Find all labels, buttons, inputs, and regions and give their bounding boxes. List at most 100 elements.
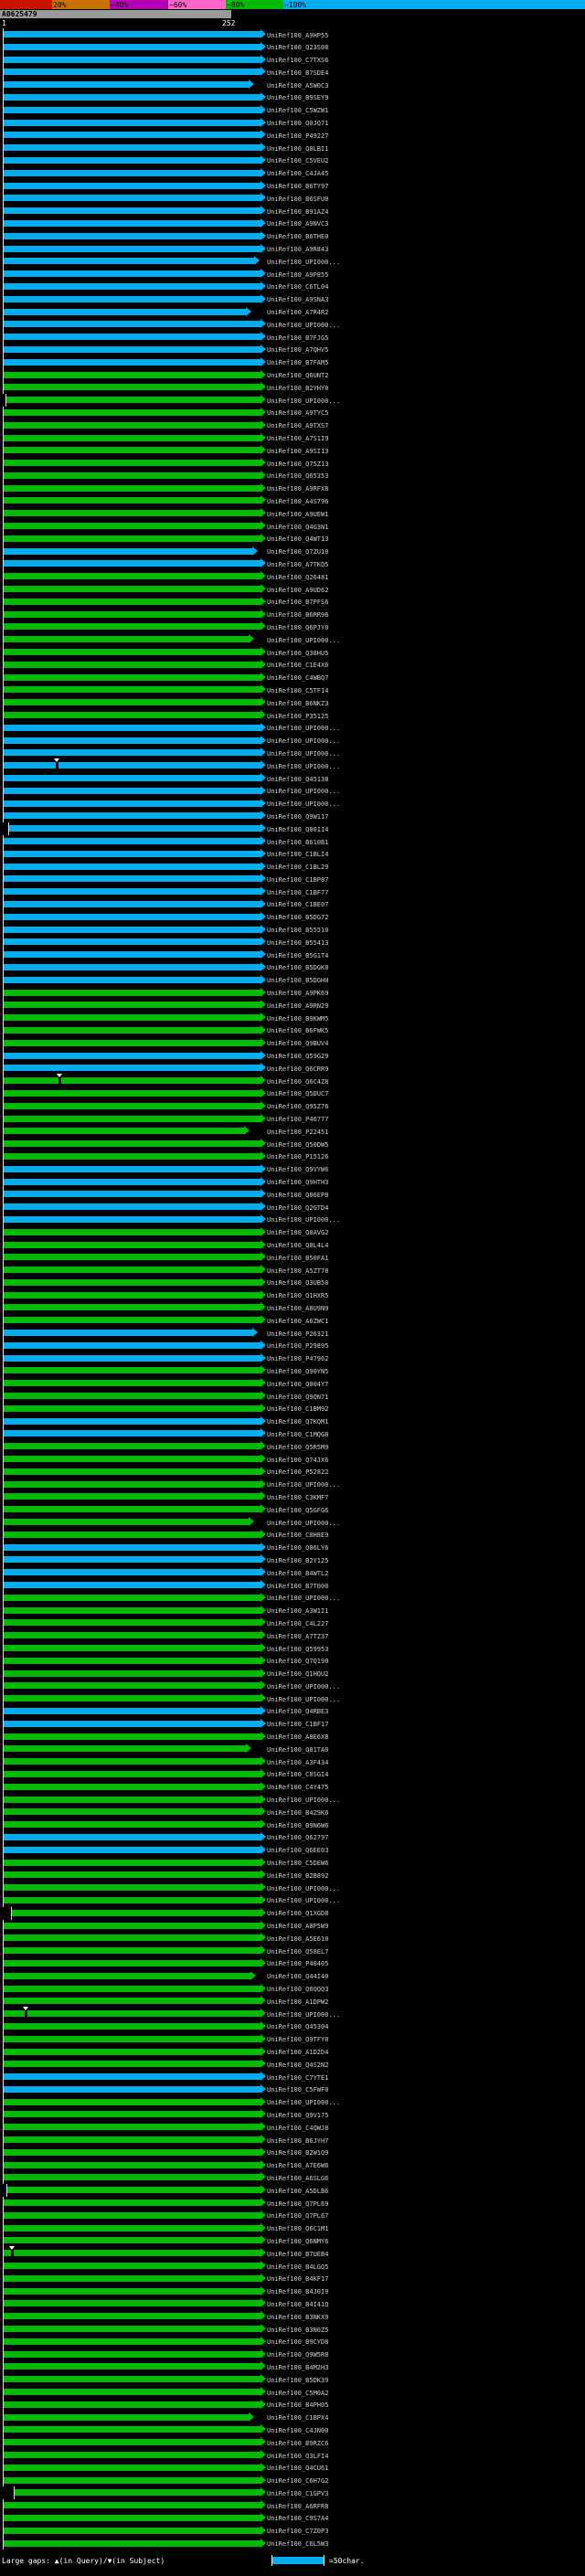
hit-bar[interactable] — [4, 2326, 261, 2333]
hit-label[interactable]: UniRef100_Q8LBI1 — [267, 145, 328, 153]
hit-label[interactable]: UniRef100_UPI000... — [267, 1885, 340, 1892]
hit-label[interactable]: UniRef100_Q26481 — [267, 574, 328, 581]
hit-label[interactable]: UniRef100_UPI000... — [267, 1216, 340, 1224]
hit-bar[interactable] — [4, 1707, 261, 1714]
hit-bar[interactable] — [4, 1720, 261, 1727]
hit-label[interactable]: UniRef100_A6ZWC1 — [267, 1318, 328, 1325]
hit-bar[interactable] — [4, 938, 261, 946]
hit-bar[interactable] — [4, 850, 261, 857]
hit-label[interactable]: UniRef100_C3KMF7 — [267, 1494, 328, 1501]
hit-bar[interactable] — [4, 1417, 261, 1425]
hit-bar[interactable] — [4, 2287, 261, 2295]
hit-label[interactable]: UniRef100_B4KF17 — [267, 2275, 328, 2283]
hit-label[interactable]: UniRef100_C1BL29 — [267, 864, 328, 871]
hit-label[interactable]: UniRef100_P47962 — [267, 1355, 328, 1362]
hit-label[interactable]: UniRef100_C4Y475 — [267, 1784, 328, 1791]
hit-bar[interactable] — [4, 1065, 261, 1072]
hit-bar[interactable] — [4, 371, 261, 378]
hit-bar[interactable] — [4, 69, 261, 76]
hit-label[interactable]: UniRef100_Q38HU5 — [267, 650, 328, 657]
hit-bar[interactable] — [4, 2502, 261, 2509]
hit-bar[interactable] — [4, 1026, 261, 1034]
hit-bar[interactable] — [4, 2350, 261, 2358]
hit-label[interactable]: UniRef100_UPI000... — [267, 637, 340, 644]
hit-bar[interactable] — [4, 1002, 261, 1009]
hit-label[interactable]: UniRef100_Q9W5R8 — [267, 2351, 328, 2359]
hit-label[interactable]: UniRef100_Q6C1M1 — [267, 2225, 328, 2232]
hit-label[interactable]: UniRef100_A1D2D4 — [267, 2049, 328, 2056]
hit-label[interactable]: UniRef100_B4LGQ5 — [267, 2263, 328, 2271]
hit-bar[interactable] — [4, 282, 261, 290]
hit-label[interactable]: UniRef100_Q6CRR9 — [267, 1065, 328, 1073]
hit-bar[interactable] — [4, 1089, 261, 1097]
hit-bar[interactable] — [4, 1896, 261, 1903]
hit-bar[interactable] — [4, 384, 261, 391]
hit-label[interactable]: UniRef100_Q45304 — [267, 2023, 328, 2030]
hit-bar[interactable] — [4, 1645, 261, 1651]
hit-label[interactable]: UniRef100_A9UD62 — [267, 587, 328, 594]
hit-bar[interactable] — [4, 1985, 261, 1992]
hit-label[interactable]: UniRef100_A9P855 — [267, 271, 328, 279]
hit-bar[interactable] — [4, 1632, 261, 1639]
hit-label[interactable]: UniRef100_C1BF17 — [267, 1721, 328, 1728]
hit-bar[interactable] — [4, 93, 261, 101]
hit-bar[interactable] — [4, 1695, 261, 1702]
hit-bar[interactable] — [4, 989, 261, 996]
hit-label[interactable]: UniRef100_A9R843 — [267, 246, 328, 253]
hit-label[interactable]: UniRef100_B4PH05 — [267, 2401, 328, 2409]
hit-bar[interactable] — [4, 2111, 261, 2118]
hit-bar[interactable] — [4, 421, 261, 429]
hit-bar[interactable] — [4, 1304, 261, 1311]
hit-bar[interactable] — [4, 510, 261, 517]
hit-label[interactable]: UniRef100_C5M0A2 — [267, 2390, 328, 2397]
hit-bar[interactable] — [4, 1582, 261, 1589]
hit-bar[interactable] — [4, 81, 249, 89]
hit-bar[interactable] — [4, 2048, 261, 2055]
hit-label[interactable]: UniRef100_B6RR96 — [267, 611, 328, 619]
hit-label[interactable]: UniRef100_Q95Z76 — [267, 1103, 328, 1110]
hit-bar[interactable] — [4, 169, 261, 176]
hit-bar[interactable] — [4, 2073, 261, 2081]
hit-label[interactable]: UniRef100_UPI000... — [267, 1696, 340, 1703]
hit-bar[interactable] — [4, 535, 261, 542]
hit-label[interactable]: UniRef100_B5DK39 — [267, 2377, 328, 2384]
hit-label[interactable]: UniRef100_B3NKX9 — [267, 2314, 328, 2321]
hit-label[interactable]: UniRef100_Q59G29 — [267, 1053, 328, 1060]
hit-bar[interactable] — [4, 144, 261, 152]
hit-label[interactable]: UniRef100_Q4G3N1 — [267, 524, 328, 531]
hit-label[interactable]: UniRef100_Q9QN71 — [267, 1394, 328, 1401]
hit-label[interactable]: UniRef100_B9CYD8 — [267, 2338, 328, 2346]
hit-bar[interactable] — [8, 825, 261, 832]
hit-label[interactable]: UniRef100_A9TYC5 — [267, 409, 328, 417]
hit-label[interactable]: UniRef100_C4JA45 — [267, 170, 328, 177]
hit-bar[interactable] — [4, 586, 261, 593]
hit-bar[interactable] — [4, 1480, 261, 1488]
hit-label[interactable]: UniRef100_Q7PL67 — [267, 2212, 328, 2220]
hit-label[interactable]: UniRef100_A7S1I9 — [267, 435, 328, 442]
hit-label[interactable]: UniRef100_A9SNA3 — [267, 296, 328, 303]
hit-label[interactable]: UniRef100_Q2GTD4 — [267, 1204, 328, 1212]
hit-bar[interactable] — [4, 1846, 261, 1853]
hit-bar[interactable] — [4, 1569, 261, 1576]
hit-bar[interactable] — [4, 1405, 261, 1412]
hit-label[interactable]: UniRef100_B5G1T4 — [267, 952, 328, 959]
hit-bar[interactable] — [4, 295, 261, 302]
hit-label[interactable]: UniRef100_P29895 — [267, 1342, 328, 1350]
hit-bar[interactable] — [4, 497, 261, 504]
hit-bar[interactable] — [4, 1808, 261, 1816]
hit-label[interactable]: UniRef100_C7Z0P3 — [267, 2528, 328, 2535]
hit-bar[interactable] — [4, 1152, 261, 1160]
hit-bar[interactable] — [4, 1796, 261, 1803]
hit-label[interactable]: UniRef100_Q5GFG6 — [267, 1507, 328, 1514]
hit-bar[interactable] — [4, 1871, 261, 1879]
hit-bar[interactable] — [4, 270, 261, 278]
hit-bar[interactable] — [4, 547, 253, 555]
hit-label[interactable]: UniRef100_Q59953 — [267, 1646, 328, 1653]
hit-label[interactable]: UniRef100_P15126 — [267, 1153, 328, 1161]
hit-label[interactable]: UniRef100_A7TKQ5 — [267, 561, 328, 568]
hit-bar[interactable] — [4, 951, 261, 959]
hit-bar[interactable] — [4, 1884, 261, 1892]
hit-bar[interactable] — [4, 345, 261, 353]
hit-bar[interactable] — [4, 1594, 261, 1601]
hit-bar[interactable] — [4, 408, 261, 416]
